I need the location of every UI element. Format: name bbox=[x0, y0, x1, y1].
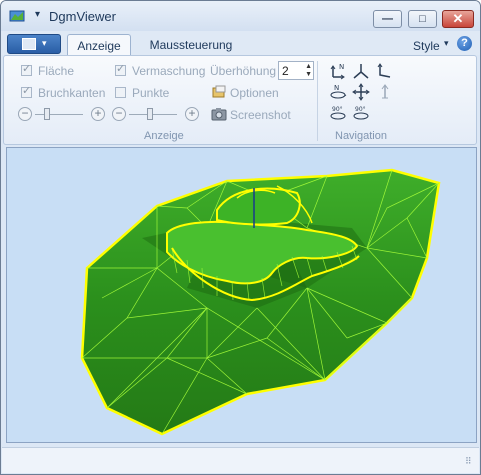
flaeche-slider-track[interactable] bbox=[35, 114, 83, 115]
mesh-slider-thumb[interactable] bbox=[147, 108, 153, 120]
svg-text:N: N bbox=[334, 84, 339, 92]
mesh-zoom-in-icon[interactable]: + bbox=[185, 107, 199, 121]
rotate-90-left-icon[interactable]: 90° bbox=[328, 104, 348, 122]
ueberhoehung-value: 2 bbox=[282, 64, 289, 78]
flaeche-slider-thumb[interactable] bbox=[44, 108, 50, 120]
bruchkanten-checkbox[interactable] bbox=[21, 84, 32, 98]
resize-grip-icon[interactable]: ⠿ bbox=[465, 457, 475, 469]
camera-icon[interactable] bbox=[211, 106, 227, 122]
maximize-icon: □ bbox=[419, 13, 426, 25]
flaeche-label: Fläche bbox=[38, 64, 75, 78]
ueberhoehung-label: Überhöhung bbox=[210, 64, 277, 78]
punkte-label: Punkte bbox=[132, 86, 170, 100]
close-button[interactable]: ✕ bbox=[442, 10, 474, 28]
axis-view-xy-icon[interactable] bbox=[375, 62, 395, 80]
dgmviewer-window: ▾ DgmViewer — □ ✕ ▾ Anzeige Maussteuerun… bbox=[0, 0, 481, 475]
quick-access-arrow[interactable]: ▾ bbox=[35, 9, 40, 20]
mesh-zoom-out-icon[interactable]: − bbox=[112, 107, 126, 121]
svg-text:90°: 90° bbox=[332, 106, 343, 113]
mesh-slider-track[interactable] bbox=[129, 114, 177, 115]
zoom-out-icon[interactable]: − bbox=[18, 107, 32, 121]
pan-move-icon[interactable] bbox=[351, 83, 371, 101]
status-bar: ⠿ bbox=[2, 447, 479, 473]
application-menu-button[interactable]: ▾ bbox=[7, 34, 61, 54]
axis-view-3d-icon[interactable] bbox=[351, 62, 371, 80]
group-separator bbox=[317, 61, 318, 141]
minimize-button[interactable]: — bbox=[373, 10, 402, 28]
app-icon bbox=[9, 10, 25, 22]
optionen-button[interactable]: Optionen bbox=[230, 86, 279, 100]
anzeige-group-label: Anzeige bbox=[144, 130, 184, 142]
window-title: DgmViewer bbox=[49, 9, 116, 24]
spin-up-icon[interactable]: ▲ bbox=[305, 63, 312, 70]
help-button[interactable]: ? bbox=[457, 36, 472, 51]
zoom-in-icon[interactable]: + bbox=[91, 107, 105, 121]
svg-text:N: N bbox=[339, 63, 344, 71]
axis-view-xz-icon[interactable]: N bbox=[328, 62, 348, 80]
tab-maussteuerung[interactable]: Maussteuerung bbox=[145, 34, 237, 56]
application-menu-icon bbox=[22, 38, 36, 50]
spin-down-icon[interactable]: ▼ bbox=[305, 71, 312, 78]
punkte-checkbox[interactable] bbox=[115, 87, 126, 98]
ueberhoehung-spinner[interactable]: 2 ▲ ▼ bbox=[278, 61, 314, 80]
rotate-north-icon[interactable]: N bbox=[328, 83, 348, 101]
screenshot-button[interactable]: Screenshot bbox=[230, 108, 291, 122]
navigation-group-label: Navigation bbox=[335, 130, 387, 142]
flaeche-checkbox[interactable] bbox=[21, 62, 32, 76]
style-menu[interactable]: Style bbox=[413, 39, 440, 53]
move-up-icon[interactable] bbox=[375, 83, 395, 101]
maximize-button[interactable]: □ bbox=[408, 10, 437, 28]
close-icon: ✕ bbox=[452, 11, 464, 26]
vermaschung-label: Vermaschung bbox=[132, 64, 206, 78]
tab-anzeige[interactable]: Anzeige bbox=[67, 34, 131, 56]
style-chevron-icon[interactable]: ▾ bbox=[444, 38, 449, 49]
chevron-down-icon: ▾ bbox=[42, 38, 47, 48]
terrain-model[interactable] bbox=[7, 148, 476, 442]
terrain-viewport[interactable] bbox=[6, 147, 477, 443]
rotate-90-right-icon[interactable]: 90° bbox=[351, 104, 371, 122]
minimize-icon: — bbox=[382, 13, 393, 25]
svg-text:90°: 90° bbox=[355, 106, 366, 113]
title-bar[interactable]: ▾ DgmViewer — □ ✕ bbox=[1, 1, 480, 31]
vermaschung-checkbox[interactable] bbox=[115, 62, 126, 76]
options-icon[interactable] bbox=[211, 84, 227, 100]
bruchkanten-label: Bruchkanten bbox=[38, 86, 106, 100]
